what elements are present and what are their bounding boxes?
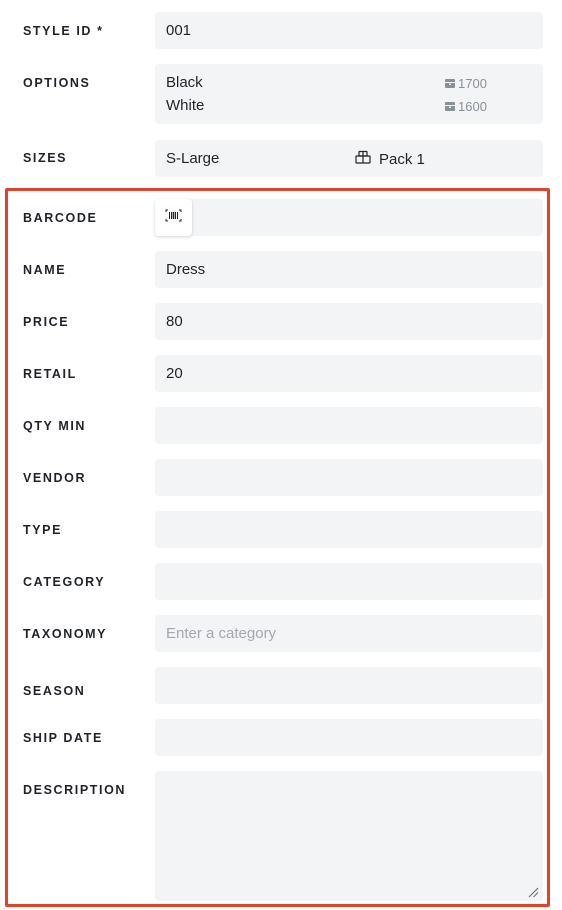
retail-input[interactable]: 20 xyxy=(155,355,543,392)
taxonomy-placeholder: Enter a category xyxy=(166,625,277,642)
style-id-label: STYLE ID * xyxy=(23,24,104,38)
retail-label: RETAIL xyxy=(23,367,77,381)
price-input[interactable]: 80 xyxy=(155,303,543,340)
name-value: Dress xyxy=(166,261,206,278)
box-icon xyxy=(445,102,455,111)
option-qty-value: 1600 xyxy=(458,99,487,114)
barcode-label: BARCODE xyxy=(23,211,98,225)
retail-value: 20 xyxy=(166,365,183,382)
sizes-value: S-Large xyxy=(166,150,220,167)
box-icon xyxy=(445,79,455,88)
qty-min-input[interactable] xyxy=(155,407,543,444)
description-textarea[interactable] xyxy=(155,771,543,901)
taxonomy-label: TAXONOMY xyxy=(23,627,108,641)
product-form: STYLE ID * 001 OPTIONS Black 1700 White … xyxy=(0,0,562,910)
pack-label: Pack 1 xyxy=(379,150,425,168)
category-label: CATEGORY xyxy=(23,575,106,589)
option-qty: 1700 xyxy=(445,76,487,91)
vendor-label: VENDOR xyxy=(23,471,87,485)
style-id-field[interactable]: 001 xyxy=(155,12,543,49)
barcode-scan-button[interactable] xyxy=(155,199,192,236)
sizes-field[interactable]: S-Large Pack 1 xyxy=(155,140,543,177)
ship-date-input[interactable] xyxy=(155,719,543,756)
pack-indicator: Pack 1 xyxy=(355,150,425,168)
resize-handle-icon[interactable] xyxy=(527,885,539,898)
style-id-value: 001 xyxy=(166,22,192,39)
qty-min-label: QTY MIN xyxy=(23,419,87,433)
sizes-label: SIZES xyxy=(23,151,68,165)
options-field[interactable]: Black 1700 White 1600 xyxy=(155,64,543,124)
type-input[interactable] xyxy=(155,511,543,548)
option-qty-value: 1700 xyxy=(458,76,487,91)
package-icon xyxy=(355,150,371,168)
category-input[interactable] xyxy=(155,563,543,600)
price-label: PRICE xyxy=(23,315,70,329)
name-input[interactable]: Dress xyxy=(155,251,543,288)
name-label: NAME xyxy=(23,263,67,277)
season-label: SEASON xyxy=(23,684,86,698)
ship-date-label: SHIP DATE xyxy=(23,731,103,745)
season-input[interactable] xyxy=(155,667,543,704)
barcode-field[interactable] xyxy=(155,199,543,236)
type-label: TYPE xyxy=(23,523,63,537)
description-label: DESCRIPTION xyxy=(23,783,127,797)
option-name: White xyxy=(166,97,205,114)
barcode-icon xyxy=(165,209,182,227)
options-label: OPTIONS xyxy=(23,76,91,90)
option-name: Black xyxy=(166,74,203,91)
taxonomy-input[interactable]: Enter a category xyxy=(155,615,543,652)
price-value: 80 xyxy=(166,313,183,330)
vendor-input[interactable] xyxy=(155,459,543,496)
option-qty: 1600 xyxy=(445,99,487,114)
